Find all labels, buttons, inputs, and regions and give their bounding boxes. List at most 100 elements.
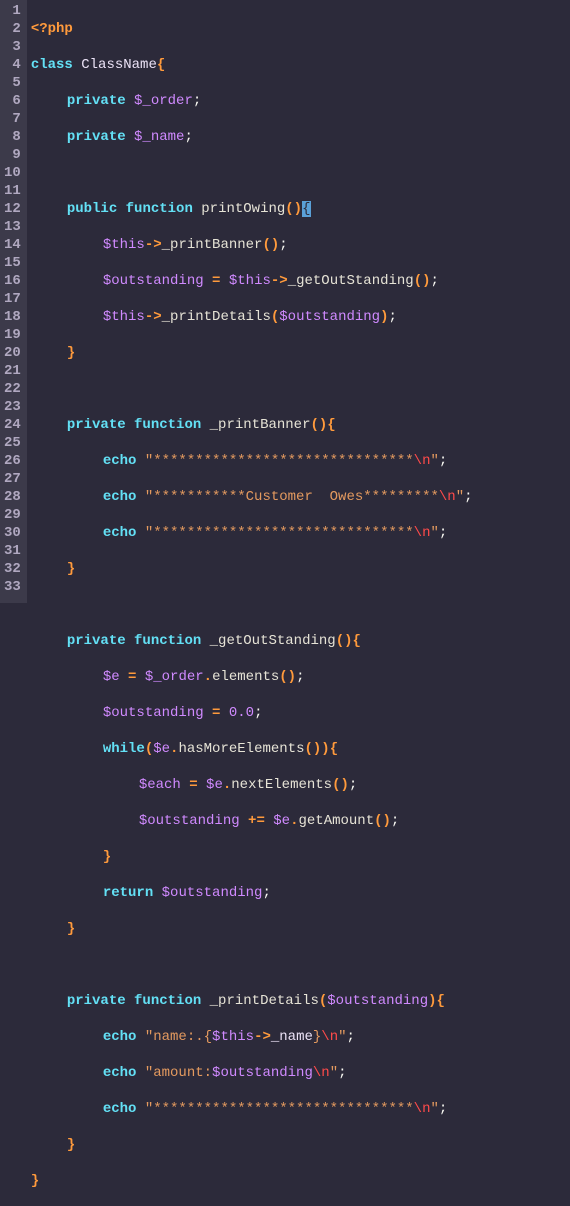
code-line[interactable]: echo "name:.{$this->_name}\n"; xyxy=(31,1028,473,1046)
kw-function: function xyxy=(134,417,201,433)
string: "name:.{ xyxy=(145,1029,212,1045)
escape: \n xyxy=(321,1029,338,1045)
kw-private: private xyxy=(67,993,126,1009)
line-number: 17 xyxy=(4,290,21,308)
var: $_name xyxy=(134,129,184,145)
code-line[interactable]: $outstanding += $e.getAmount(); xyxy=(31,812,473,830)
var: $this xyxy=(212,1029,254,1045)
code-line[interactable]: } xyxy=(31,848,473,866)
code-line[interactable]: echo "amount:$outstanding\n"; xyxy=(31,1064,473,1082)
kw-private: private xyxy=(67,93,126,109)
escape: \n xyxy=(439,489,456,505)
kw-function: function xyxy=(134,993,201,1009)
code-line[interactable]: return $outstanding; xyxy=(31,884,473,902)
var: $this xyxy=(103,309,145,325)
kw-private: private xyxy=(67,129,126,145)
line-number: 30 xyxy=(4,524,21,542)
code-line[interactable]: } xyxy=(31,560,473,578)
code-line[interactable]: $outstanding = $this->_getOutStanding(); xyxy=(31,272,473,290)
code-area[interactable]: <?php class ClassName{ private $_order; … xyxy=(27,0,473,603)
string: " xyxy=(430,525,438,541)
var: $outstanding xyxy=(139,813,240,829)
line-number: 26 xyxy=(4,452,21,470)
line-number: 9 xyxy=(4,146,21,164)
method: elements xyxy=(212,669,279,685)
line-number: 12 xyxy=(4,200,21,218)
line-number: 10 xyxy=(4,164,21,182)
method: getAmount xyxy=(298,813,374,829)
code-line[interactable]: $each = $e.nextElements(); xyxy=(31,776,473,794)
string: "***********Customer Owes********* xyxy=(145,489,439,505)
string: " xyxy=(430,453,438,469)
var: $_order xyxy=(145,669,204,685)
code-line[interactable] xyxy=(31,956,473,974)
line-number: 7 xyxy=(4,110,21,128)
line-number: 28 xyxy=(4,488,21,506)
kw-echo: echo xyxy=(103,1101,137,1117)
line-number: 20 xyxy=(4,344,21,362)
code-line[interactable]: while($e.hasMoreElements()){ xyxy=(31,740,473,758)
string: " xyxy=(456,489,464,505)
kw-while: while xyxy=(103,741,145,757)
code-line[interactable]: $this->_printDetails($outstanding); xyxy=(31,308,473,326)
string: " xyxy=(430,1101,438,1117)
fn-name: _printDetails xyxy=(210,993,319,1009)
string: "******************************* xyxy=(145,453,414,469)
var: $outstanding xyxy=(327,993,428,1009)
var: $e xyxy=(153,741,170,757)
code-line[interactable]: private function _printDetails($outstand… xyxy=(31,992,473,1010)
kw-private: private xyxy=(67,417,126,433)
code-line[interactable]: <?php xyxy=(31,20,473,38)
line-number: 1 xyxy=(4,2,21,20)
line-number: 25 xyxy=(4,434,21,452)
code-line[interactable]: private $_order; xyxy=(31,92,473,110)
code-line[interactable]: } xyxy=(31,1136,473,1154)
code-line[interactable]: public function printOwing(){ xyxy=(31,200,473,218)
code-line[interactable]: private $_name; xyxy=(31,128,473,146)
code-line[interactable]: $e = $_order.elements(); xyxy=(31,668,473,686)
method: _printBanner xyxy=(162,237,263,253)
kw-return: return xyxy=(103,885,153,901)
code-line[interactable] xyxy=(31,164,473,182)
code-line[interactable]: echo "*******************************\n"… xyxy=(31,1100,473,1118)
line-number: 8 xyxy=(4,128,21,146)
number: 0.0 xyxy=(229,705,254,721)
code-line[interactable]: private function _printBanner(){ xyxy=(31,416,473,434)
line-number: 2 xyxy=(4,20,21,38)
fn-name: _printBanner xyxy=(210,417,311,433)
code-line[interactable]: } xyxy=(31,1172,473,1190)
line-number: 13 xyxy=(4,218,21,236)
string: "amount: xyxy=(145,1065,212,1081)
code-line[interactable] xyxy=(31,380,473,398)
escape: \n xyxy=(414,453,431,469)
code-line[interactable]: class ClassName{ xyxy=(31,56,473,74)
line-number: 24 xyxy=(4,416,21,434)
code-line[interactable]: $outstanding = 0.0; xyxy=(31,704,473,722)
code-line[interactable]: echo "*******************************\n"… xyxy=(31,524,473,542)
code-line[interactable]: } xyxy=(31,344,473,362)
code-line[interactable]: echo "*******************************\n"… xyxy=(31,452,473,470)
code-line[interactable]: } xyxy=(31,920,473,938)
php-open-tag: <?php xyxy=(31,21,73,37)
line-number: 3 xyxy=(4,38,21,56)
line-number: 21 xyxy=(4,362,21,380)
fn-name: _getOutStanding xyxy=(210,633,336,649)
line-number: 29 xyxy=(4,506,21,524)
code-line[interactable]: private function _getOutStanding(){ xyxy=(31,632,473,650)
code-line[interactable]: echo "***********Customer Owes*********\… xyxy=(31,488,473,506)
code-line[interactable]: $this->_printBanner(); xyxy=(31,236,473,254)
line-number: 32 xyxy=(4,560,21,578)
kw-function: function xyxy=(126,201,193,217)
var: $this xyxy=(103,237,145,253)
method: nextElements xyxy=(231,777,332,793)
var: $e xyxy=(103,669,120,685)
kw-function: function xyxy=(134,633,201,649)
string: " xyxy=(338,1029,346,1045)
line-number: 15 xyxy=(4,254,21,272)
line-number: 33 xyxy=(4,578,21,596)
code-line[interactable] xyxy=(31,596,473,614)
escape: \n xyxy=(414,1101,431,1117)
line-number: 18 xyxy=(4,308,21,326)
var: $outstanding xyxy=(103,273,204,289)
code-editor[interactable]: 1 2 3 4 5 6 7 8 9 10 11 12 13 14 15 16 1… xyxy=(0,0,570,603)
